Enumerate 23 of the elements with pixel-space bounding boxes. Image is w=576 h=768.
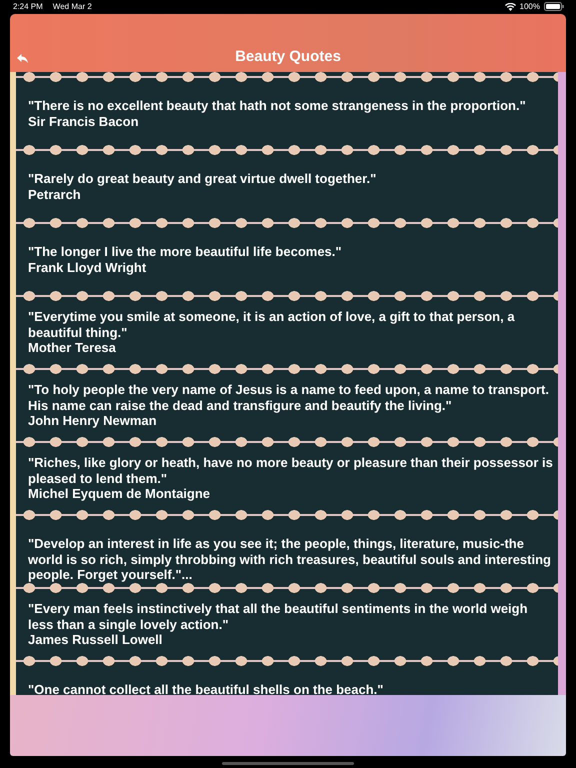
status-date: Wed Mar 2 bbox=[52, 2, 92, 11]
quote-text: "The longer I live the more beautiful life becomes." bbox=[28, 244, 343, 260]
quote-author: Sir Francis Bacon bbox=[28, 114, 140, 129]
quote-author: Michel Eyquem de Montaigne bbox=[28, 486, 212, 502]
battery-icon bbox=[544, 2, 564, 11]
quote-author: Frank Lloyd Wright bbox=[28, 260, 148, 275]
quote-author: James Russell Lowell bbox=[28, 632, 164, 648]
quote-author: Petrarch bbox=[28, 186, 82, 202]
quote-text: "There is no excellent beauty that hath not some strangeness in the proportion." bbox=[28, 98, 527, 114]
quote-text: "One cannot collect all the beautiful shells on the beach." bbox=[28, 682, 384, 695]
status-time: 2:24 PM bbox=[13, 2, 43, 11]
quote-text: "Every man feels instinctively that all the beautiful sentiments in the world weigh less than a single lovely action." bbox=[28, 601, 529, 632]
quote-author: Mother Teresa bbox=[28, 340, 117, 356]
quote-text: "Develop an interest in life as you see it; the people, things, literature, music-the world is so rich, simply throbbing with rich treasures, beautiful souls and interesting people. Forget yourself."... bbox=[28, 536, 552, 582]
quote-author: John Henry Newman bbox=[28, 413, 158, 429]
header-title: Beauty Quotes bbox=[235, 48, 341, 65]
wifi-icon bbox=[504, 2, 516, 10]
back-icon[interactable] bbox=[17, 54, 28, 63]
quote-text: "To holy people the very name of Jesus is a name to feed upon, a name to transport. His name can raise the dead and transfigure and beautify the living." bbox=[28, 382, 550, 414]
quote-text: "Everytime you smile at someone, it is an action of love, a gift to that person, a beautiful thing." bbox=[28, 309, 516, 340]
quote-text: "Rarely do great beauty and great virtue dwell together." bbox=[28, 171, 378, 186]
quote-text: "Riches, like glory or heath, have no more beauty or pleasure than their possessor is pleased to lend them." bbox=[28, 455, 554, 486]
battery-percent: 100% bbox=[520, 2, 540, 11]
